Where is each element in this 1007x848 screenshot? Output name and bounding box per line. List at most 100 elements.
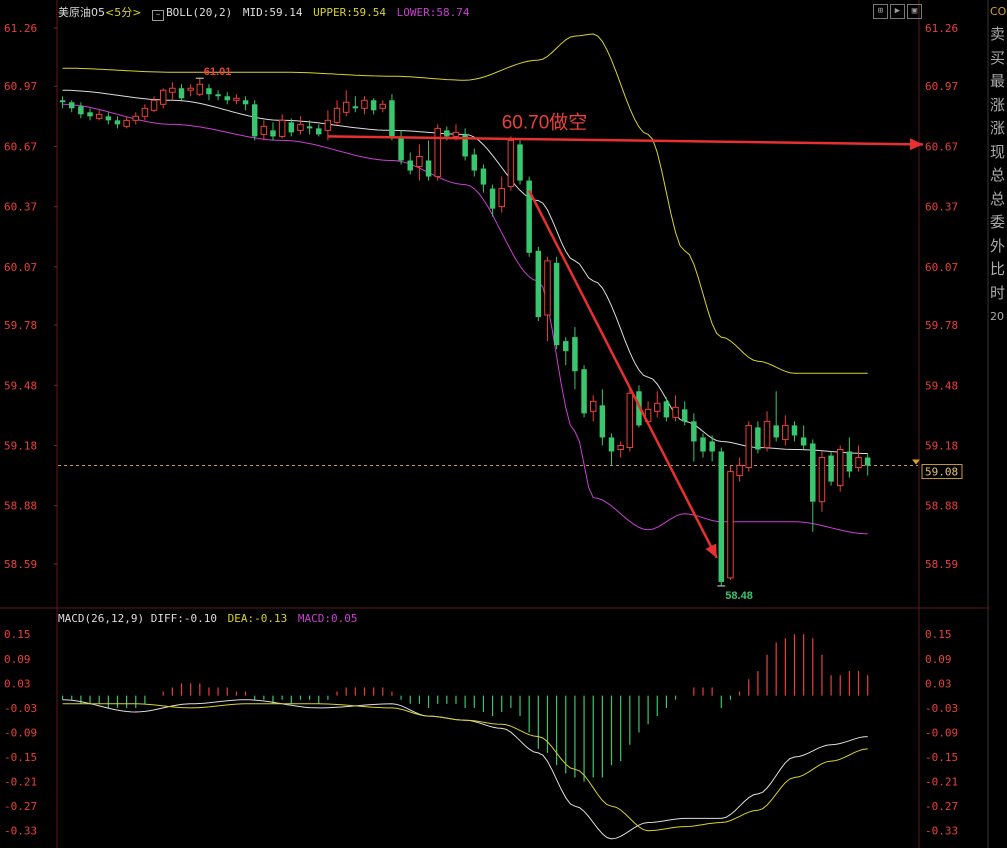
candle-body-down xyxy=(810,443,816,502)
arrow-head-icon xyxy=(909,138,923,151)
candle-body-down xyxy=(755,427,761,450)
annotation-text: 60.70做空 xyxy=(502,111,588,133)
candle-body-up xyxy=(617,444,624,450)
lower-label: LOWER: xyxy=(396,6,437,19)
main-y-tick-label: 58.59 xyxy=(4,558,37,571)
candle-body-down xyxy=(224,96,230,101)
main-y-tick-label: 60.97 xyxy=(4,80,37,93)
low-price-label: 58.48 xyxy=(725,590,753,602)
side-label: 外 xyxy=(990,236,1006,255)
candle-body-down xyxy=(691,421,697,442)
main-y-tick-label: 58.59 xyxy=(925,558,958,571)
candle-body-up xyxy=(278,119,286,137)
high-price-label: 61.01 xyxy=(204,66,232,78)
side-label: 比 xyxy=(990,260,1006,278)
main-y-tick-label: 59.78 xyxy=(925,319,958,332)
main-y-tick-label: 61.26 xyxy=(925,22,958,35)
macd-y-tick-label: -0.09 xyxy=(4,726,37,739)
candle-body-down xyxy=(709,441,715,452)
boll-label[interactable]: BOLL(20,2) xyxy=(166,6,232,19)
side-label: 委 xyxy=(990,213,1006,231)
current-price-label: 59.08 xyxy=(925,466,958,479)
side-label: 总 xyxy=(990,189,1006,208)
candle-body-up xyxy=(342,101,350,113)
candle-body-down xyxy=(114,120,121,125)
candle-body-up xyxy=(187,87,194,91)
main-y-tick-label: 60.67 xyxy=(925,140,958,153)
candle-body-down xyxy=(471,154,478,171)
main-chart-header: 美原油05<5分> ~ BOLL(20,2) MID:59.14 UPPER:59… xyxy=(58,4,470,21)
side-label: 最 xyxy=(990,72,1006,90)
window-icon[interactable]: ▣ xyxy=(907,4,922,19)
candle-body-down xyxy=(846,451,853,472)
candle-body-down xyxy=(251,104,258,137)
candle-body-up xyxy=(763,420,771,448)
candle-body-down xyxy=(599,405,606,438)
annotation-arrow-line xyxy=(327,135,924,146)
macd-y-tick-label: -0.03 xyxy=(925,702,958,715)
side-label: 涨 xyxy=(990,119,1006,137)
candle-body-down xyxy=(681,409,688,422)
candle-body-down xyxy=(206,88,212,95)
candle-body-up xyxy=(379,103,387,109)
symbol-name: 美原油05 xyxy=(58,6,105,19)
side-label: 买 xyxy=(990,48,1006,67)
mid-value: 59.14 xyxy=(269,6,303,19)
main-y-tick-label: 60.97 xyxy=(925,80,958,93)
diff-label: DIFF: xyxy=(150,612,184,625)
candle-body-up xyxy=(745,424,752,469)
chart-canvas: 61.26 61.26 60.97 60.97 60.67 60.67 60.37 60.37… xyxy=(0,0,990,848)
candle-body-down xyxy=(352,106,359,109)
candle-body-up xyxy=(544,260,551,316)
candle-body-down xyxy=(288,122,295,133)
candle-body-up xyxy=(672,406,679,418)
candle-body-down xyxy=(370,100,377,111)
candle-body-up xyxy=(324,119,332,131)
candle-body-up xyxy=(855,457,862,469)
candle-body-up xyxy=(141,107,149,117)
candle-body-up xyxy=(123,119,130,127)
main-y-tick-label: 60.37 xyxy=(925,201,958,214)
macd-y-tick-label: -0.03 xyxy=(4,702,37,715)
boll-lower-line xyxy=(62,103,868,535)
dea-label: DEA: xyxy=(227,612,255,625)
candle-body-down xyxy=(608,437,615,452)
candle-body-up xyxy=(836,448,844,487)
macd-title[interactable]: MACD(26,12,9) xyxy=(58,612,144,625)
candle-body-up xyxy=(736,465,743,477)
zoom-in-icon[interactable]: ⊞ xyxy=(873,4,888,19)
side-label: 现 xyxy=(990,142,1006,161)
candle-body-down xyxy=(572,337,578,372)
candle-body-down xyxy=(663,401,670,418)
side-label: 时 xyxy=(990,283,1006,302)
upper-label: UPPER: xyxy=(313,6,353,19)
play-icon[interactable]: ▶ xyxy=(890,4,905,19)
candle-body-down xyxy=(700,437,706,452)
main-y-tick-label: 60.67 xyxy=(4,140,37,153)
candle-body-up xyxy=(498,188,505,208)
candle-body-up xyxy=(452,131,460,137)
main-y-tick-label: 59.48 xyxy=(925,379,958,392)
candle-body-up xyxy=(297,123,304,131)
candle-body-down xyxy=(828,455,834,482)
candle-body-down xyxy=(718,451,725,582)
candle-body-down xyxy=(215,94,221,97)
main-y-tick-label: 59.78 xyxy=(4,319,37,332)
side-label: 总 xyxy=(990,166,1006,184)
candle-body-up xyxy=(159,89,167,105)
side-label: 20 xyxy=(990,310,1004,320)
macd-label: MACD: xyxy=(297,612,331,625)
upper-value: 59.54 xyxy=(352,6,387,19)
side-panel-clipped: CO 卖 买 最 涨 涨 现 总 总 委 外 比 时 20 xyxy=(990,0,1007,320)
candle-body-up xyxy=(333,107,341,123)
period-label[interactable]: <5分> xyxy=(105,6,141,19)
boll-upper-line xyxy=(62,33,868,374)
mid-label: MID: xyxy=(242,6,270,19)
main-y-tick-label: 61.26 xyxy=(4,22,37,35)
side-label: 卖 xyxy=(990,25,1006,43)
macd-y-tick-label: 0.03 xyxy=(925,677,952,690)
main-y-tick-label: 58.88 xyxy=(4,500,37,513)
macd-y-tick-label: 0.15 xyxy=(925,628,952,641)
candle-body-down xyxy=(517,144,523,181)
main-y-tick-label: 60.07 xyxy=(4,261,37,274)
